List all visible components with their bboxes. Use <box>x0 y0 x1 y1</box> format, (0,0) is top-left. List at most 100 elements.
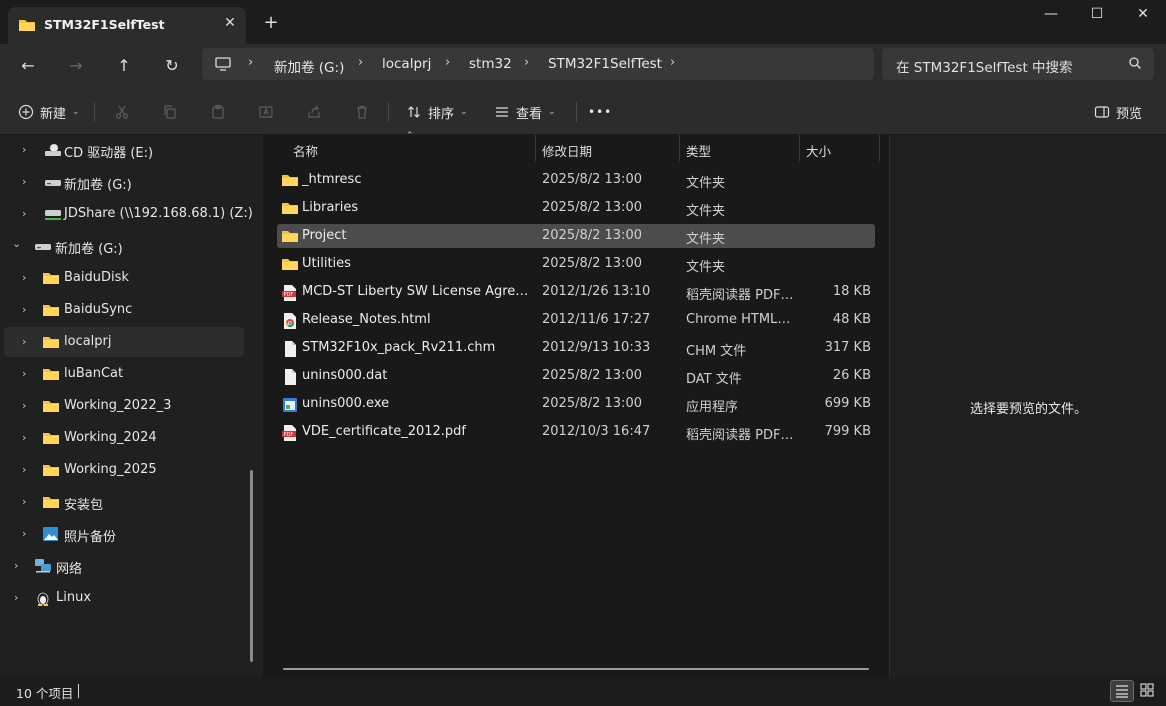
column-header-name[interactable]: 名称 <box>293 135 318 163</box>
column-header-type[interactable]: 类型 <box>686 135 711 163</box>
file-name: MCD-ST Liberty SW License Agreeme... <box>302 284 530 299</box>
sidebar-item-drive-g[interactable]: › 新加卷 (G:) <box>4 167 244 197</box>
share-button[interactable] <box>306 100 322 124</box>
column-header-date[interactable]: 修改日期 <box>542 135 592 163</box>
chevron-right-icon[interactable]: › <box>445 55 450 70</box>
sidebar-item-lubancat[interactable]: › luBanCat <box>4 359 244 389</box>
folder-icon <box>42 430 60 450</box>
file-row[interactable]: unins000.dat 2025/8/2 13:00 DAT 文件 26 KB <box>277 364 875 388</box>
sidebar-item-baidudisk[interactable]: › BaiduDisk <box>4 263 244 293</box>
file-row[interactable]: Utilities 2025/8/2 13:00 文件夹 <box>277 252 875 276</box>
column-divider[interactable] <box>879 135 880 161</box>
file-row[interactable]: STM32F10x_pack_Rv211.chm 2012/9/13 10:33… <box>277 336 875 360</box>
chevron-right-icon[interactable]: › <box>248 55 253 70</box>
file-name: Release_Notes.html <box>302 312 431 327</box>
address-bar[interactable]: › 新加卷 (G:) › localprj › stm32 › STM32F1S… <box>202 48 874 80</box>
tab-stm32f1selftest[interactable]: STM32F1SelfTest ✕ <box>8 7 246 44</box>
file-date: 2012/1/26 13:10 <box>542 284 651 299</box>
search-box[interactable]: 在 STM32F1SelfTest 中搜索 <box>882 48 1154 80</box>
file-type: 文件夹 <box>686 232 726 247</box>
chevron-right-icon[interactable]: › <box>22 463 26 476</box>
chevron-right-icon[interactable]: › <box>524 55 529 70</box>
breadcrumb-localprj[interactable]: localprj <box>382 56 431 72</box>
column-divider[interactable] <box>799 135 800 161</box>
file-row[interactable]: unins000.exe 2025/8/2 13:00 应用程序 699 KB <box>277 392 875 416</box>
rename-button[interactable] <box>258 100 274 124</box>
sidebar-item-working-2024[interactable]: › Working_2024 <box>4 423 244 453</box>
file-type: DAT 文件 <box>686 372 742 387</box>
breadcrumb-stm32[interactable]: stm32 <box>469 56 512 72</box>
sidebar-item-photo-backup[interactable]: › 照片备份 <box>4 519 244 549</box>
sidebar-item-network[interactable]: › 网络 <box>4 551 244 581</box>
horizontal-scrollbar[interactable] <box>283 668 869 670</box>
chevron-right-icon[interactable]: › <box>14 591 18 604</box>
this-pc-icon[interactable] <box>214 55 232 77</box>
close-window-button[interactable]: ✕ <box>1120 0 1166 30</box>
sidebar-item-label: 照片备份 <box>64 530 117 545</box>
chevron-right-icon[interactable]: › <box>22 527 26 540</box>
chevron-right-icon[interactable]: › <box>22 399 26 412</box>
refresh-button[interactable]: ↻ <box>158 52 186 80</box>
paste-button[interactable] <box>210 100 226 124</box>
plus-circle-icon <box>18 104 34 120</box>
breadcrumb-stm32f1selftest[interactable]: STM32F1SelfTest <box>548 56 662 72</box>
sidebar-scrollbar[interactable] <box>250 470 253 662</box>
details-view-button[interactable] <box>1110 680 1134 702</box>
minimize-button[interactable]: — <box>1028 0 1074 30</box>
sidebar-item-working-2025[interactable]: › Working_2025 <box>4 455 244 485</box>
breadcrumb-drive-g[interactable]: 新加卷 (G:) <box>274 56 344 76</box>
sidebar-item-drive-g-expanded[interactable]: ⌄ 新加卷 (G:) <box>4 231 244 261</box>
sidebar-item-baidusync[interactable]: › BaiduSync <box>4 295 244 325</box>
new-tab-button[interactable]: + <box>260 12 282 34</box>
column-divider[interactable] <box>679 135 680 161</box>
preview-pane-button[interactable]: 预览 <box>1094 100 1142 124</box>
more-options-button[interactable]: ••• <box>588 100 612 124</box>
search-icon[interactable] <box>1128 56 1142 74</box>
file-row[interactable]: PDF MCD-ST Liberty SW License Agreeme...… <box>277 280 875 304</box>
chevron-right-icon[interactable]: › <box>22 175 26 188</box>
copy-icon <box>164 105 176 119</box>
chevron-right-icon[interactable]: › <box>22 143 26 156</box>
delete-button[interactable] <box>354 100 370 124</box>
column-header-size[interactable]: 大小 <box>806 135 831 163</box>
view-button[interactable]: 查看 ⌄ <box>494 100 556 124</box>
chevron-right-icon[interactable]: › <box>22 303 26 316</box>
chevron-right-icon[interactable]: › <box>22 271 26 284</box>
sidebar-item-working-2022-3[interactable]: › Working_2022_3 <box>4 391 244 421</box>
new-button[interactable]: 新建 ⌄ <box>18 100 80 124</box>
back-button[interactable]: ← <box>14 52 42 80</box>
sidebar-item-label: Working_2024 <box>64 430 157 445</box>
file-row[interactable]: PDF VDE_certificate_2012.pdf 2012/10/3 1… <box>277 420 875 444</box>
chevron-right-icon[interactable]: › <box>670 55 675 70</box>
sidebar-item-localprj[interactable]: › localprj <box>4 327 244 357</box>
sidebar-item-installers[interactable]: › 安装包 <box>4 487 244 517</box>
chevron-right-icon[interactable]: › <box>22 431 26 444</box>
up-button[interactable]: ↑ <box>110 52 138 80</box>
file-row-selected[interactable]: Project 2025/8/2 13:00 文件夹 <box>277 224 875 248</box>
close-tab-icon[interactable]: ✕ <box>220 13 240 33</box>
file-row[interactable]: Release_Notes.html 2012/11/6 17:27 Chrom… <box>277 308 875 332</box>
file-row[interactable]: _htmresc 2025/8/2 13:00 文件夹 <box>277 168 875 192</box>
sort-button[interactable]: 排序 ⌄ <box>406 100 468 124</box>
chevron-right-icon[interactable]: › <box>358 55 363 70</box>
cut-button[interactable] <box>114 100 130 124</box>
large-icons-view-button[interactable] <box>1136 680 1160 702</box>
tab-title: STM32F1SelfTest <box>44 17 165 32</box>
chevron-right-icon[interactable]: › <box>14 559 18 572</box>
view-icon <box>496 107 508 117</box>
new-label: 新建 <box>40 106 67 122</box>
sidebar-item-jdshare-z[interactable]: › JDShare (\\192.168.68.1) (Z:) <box>4 199 253 229</box>
maximize-button[interactable]: ☐ <box>1074 0 1120 30</box>
chevron-right-icon[interactable]: › <box>22 495 26 508</box>
sidebar-item-cd-drive-e[interactable]: › CD 驱动器 (E:) <box>4 135 244 165</box>
chevron-right-icon[interactable]: › <box>22 335 26 348</box>
copy-button[interactable] <box>162 100 178 124</box>
forward-button[interactable]: → <box>62 52 90 80</box>
search-input[interactable]: 在 STM32F1SelfTest 中搜索 <box>896 56 1073 76</box>
column-divider[interactable] <box>535 135 536 161</box>
chevron-right-icon[interactable]: › <box>22 367 26 380</box>
file-row[interactable]: Libraries 2025/8/2 13:00 文件夹 <box>277 196 875 220</box>
chevron-right-icon[interactable]: › <box>22 207 26 220</box>
chevron-down-icon[interactable]: ⌄ <box>12 237 21 250</box>
sidebar-item-linux[interactable]: › Linux <box>4 583 244 613</box>
